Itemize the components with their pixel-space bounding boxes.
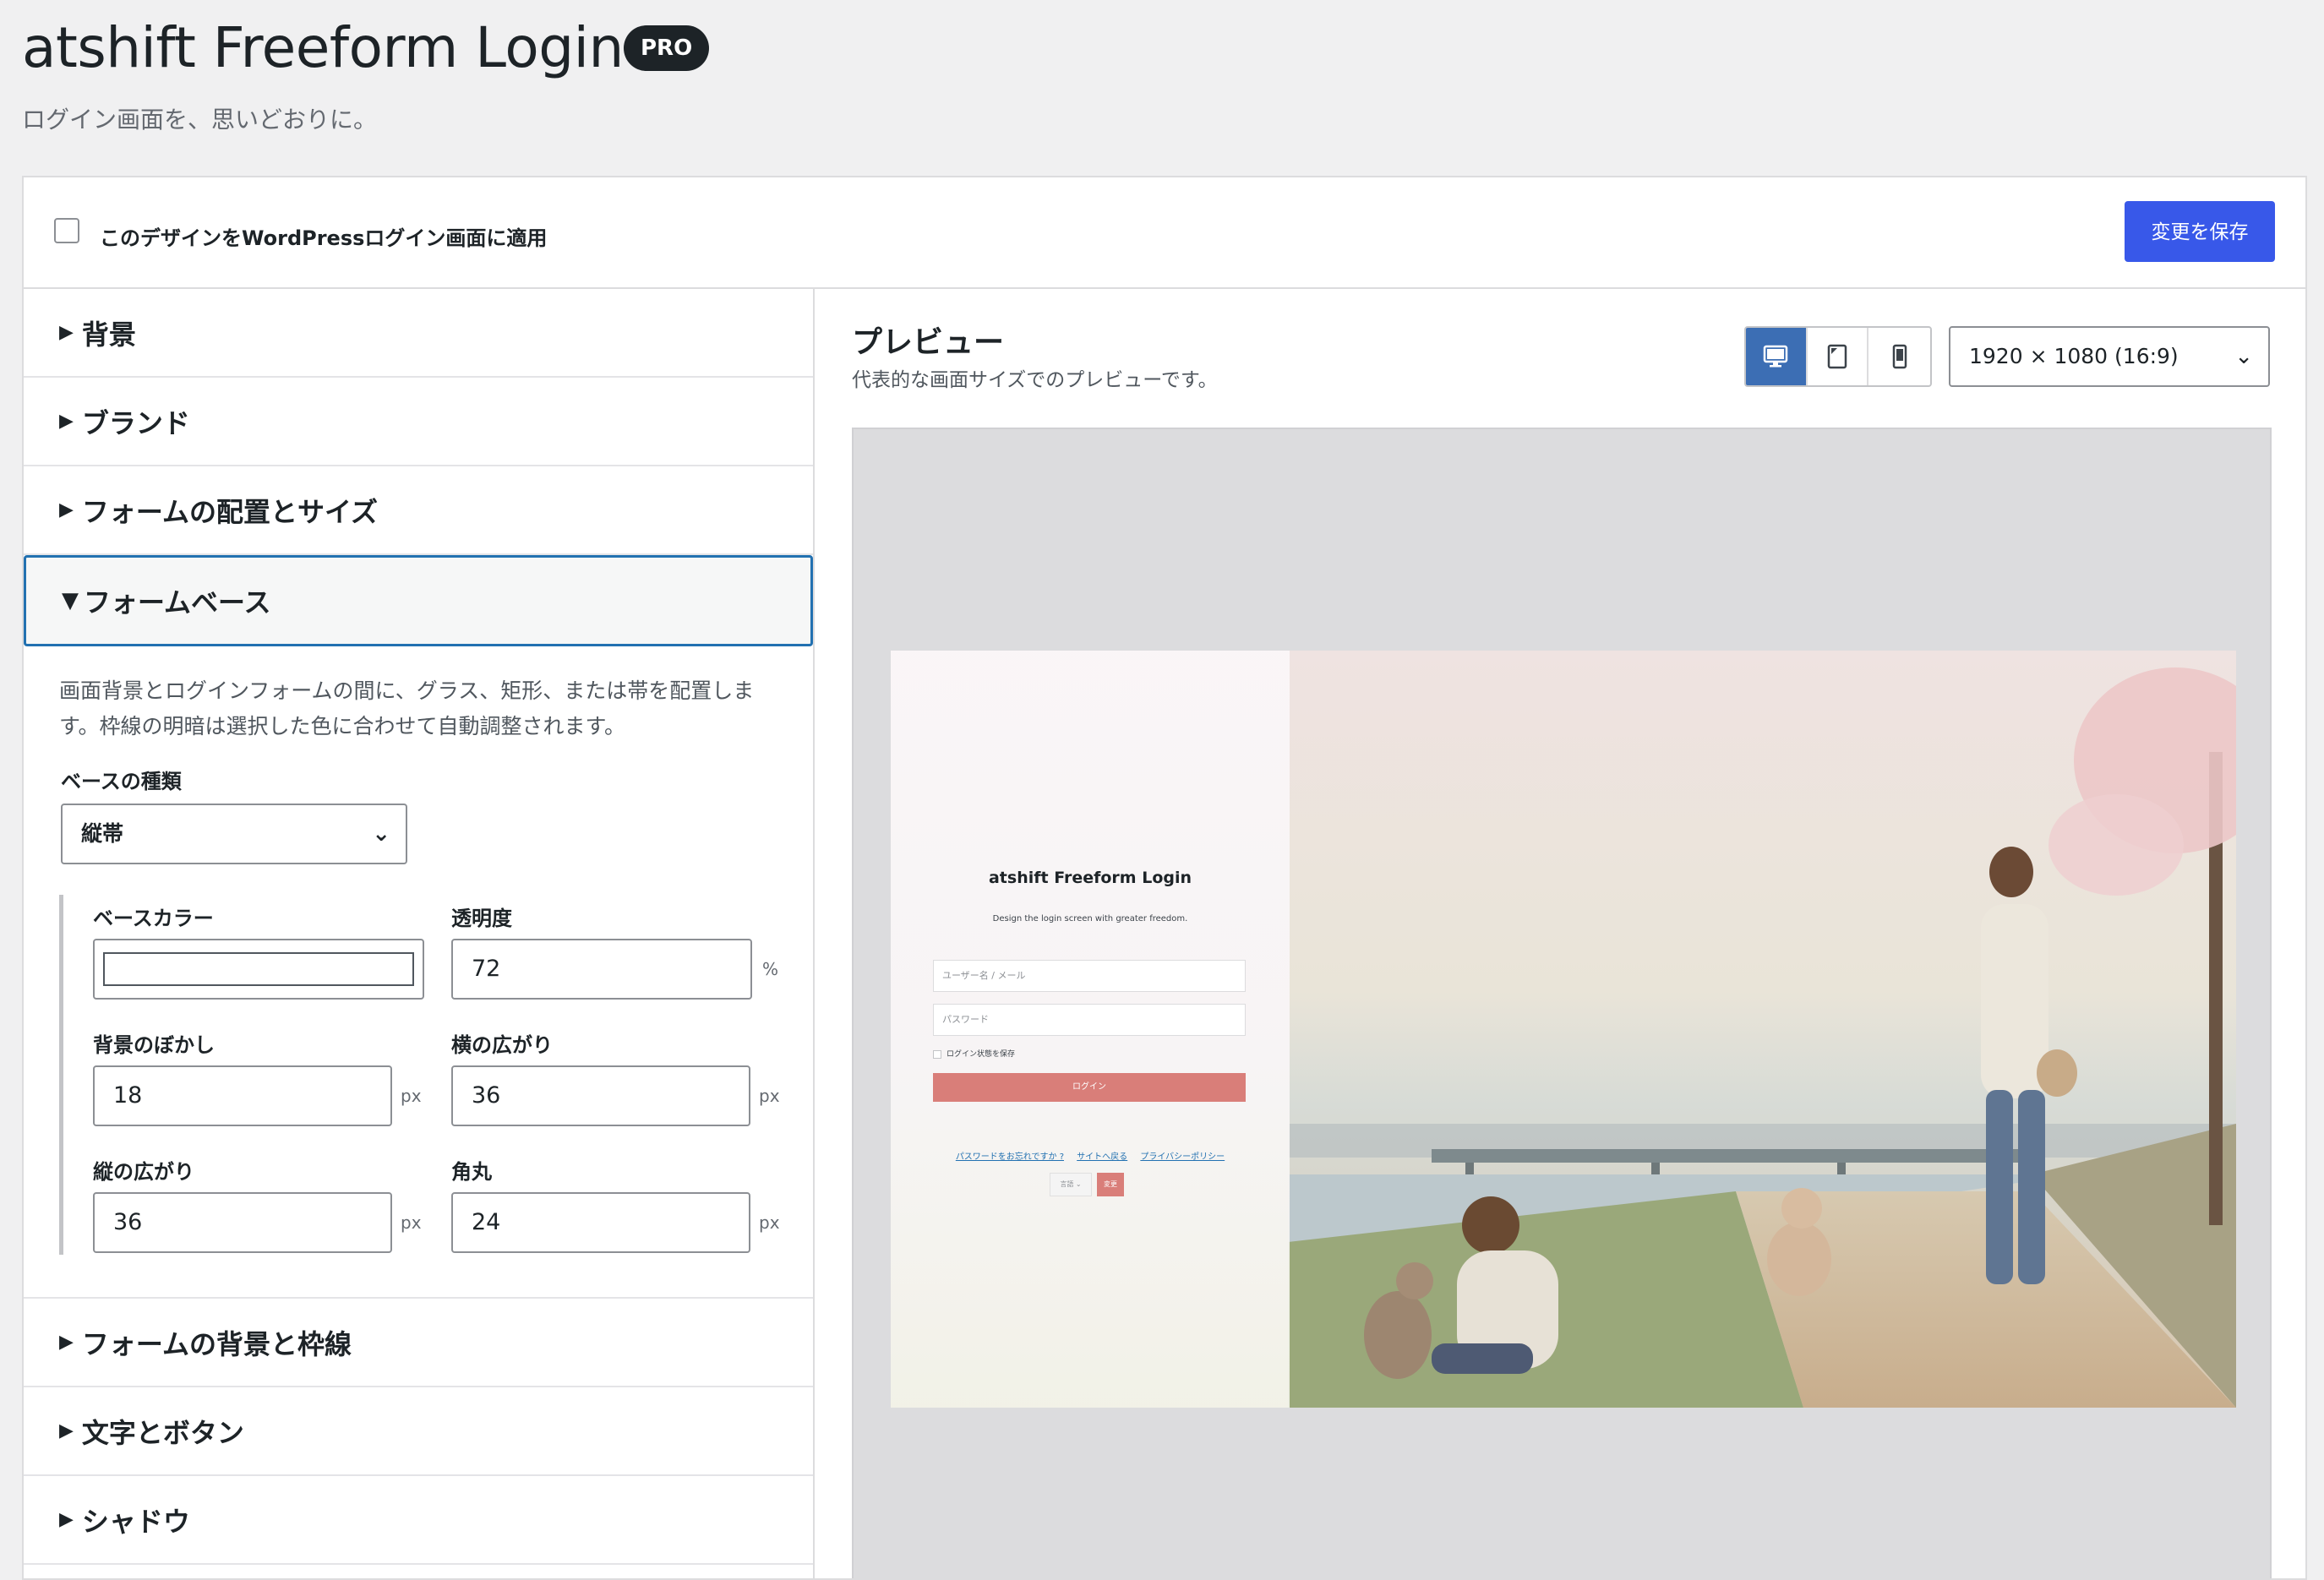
preview-panel: プレビュー 代表的な画面サイズでのプレビューです。 1920 × 1080 (1…	[815, 289, 2305, 1578]
preview-frame: atshift Freeform Login Design the login …	[891, 651, 2236, 1408]
card-topbar: このデザインをWordPressログイン画面に適用 変更を保存	[24, 177, 2305, 289]
opacity-label: 透明度	[451, 907, 512, 930]
page-title: atshift Freeform Login	[22, 15, 624, 80]
password-input[interactable]: パスワード	[933, 1004, 1246, 1036]
radius-input[interactable]: 24	[451, 1192, 750, 1253]
h-spread-unit: px	[759, 1086, 780, 1106]
apply-design-checkbox[interactable]	[54, 218, 79, 243]
section-form-base[interactable]: ▼ フォームベース	[24, 555, 813, 646]
base-type-value: 縦帯	[81, 821, 124, 846]
device-desktop-button[interactable]	[1746, 328, 1808, 385]
caret-down-icon: ▼	[62, 588, 79, 613]
blur-input[interactable]: 18	[93, 1065, 392, 1126]
preview-size-select[interactable]: 1920 × 1080 (16:9) ⌄	[1949, 326, 2270, 387]
v-spread-unit: px	[401, 1212, 422, 1233]
radius-label: 角丸	[451, 1160, 492, 1184]
opacity-input[interactable]: 72	[451, 939, 752, 1000]
chevron-down-icon: ⌄	[2234, 344, 2253, 369]
language-change-button[interactable]: 変更	[1097, 1173, 1124, 1196]
caret-right-icon: ▶	[59, 1332, 74, 1353]
caret-right-icon: ▶	[59, 499, 74, 520]
chevron-down-icon: ⌄	[372, 821, 390, 847]
base-type-select[interactable]: 縦帯 ⌄	[61, 804, 407, 864]
pro-badge: PRO	[624, 25, 710, 71]
login-subtitle: Design the login screen with greater fre…	[992, 914, 1188, 923]
section-brand[interactable]: ▶ ブランド	[24, 378, 813, 466]
group-indicator	[59, 895, 63, 1255]
desktop-icon	[1764, 345, 1788, 368]
save-button[interactable]: 変更を保存	[2125, 201, 2275, 262]
section-form-bg-border[interactable]: ▶ フォームの背景と枠線	[24, 1299, 813, 1387]
page-subtitle: ログイン画面を、思いどおりに。	[22, 106, 378, 133]
device-tablet-button[interactable]	[1808, 328, 1869, 385]
caret-right-icon: ▶	[59, 322, 74, 343]
blur-unit: px	[401, 1086, 422, 1106]
section-shadow[interactable]: ▶ シャドウ	[24, 1476, 813, 1565]
radius-unit: px	[759, 1212, 780, 1233]
language-label: 言語	[1060, 1180, 1074, 1188]
back-to-site-link[interactable]: サイトへ戻る	[1077, 1152, 1127, 1162]
base-color-swatch[interactable]	[103, 952, 414, 986]
section-label: ブランド	[81, 406, 190, 439]
section-form-layout[interactable]: ▶ フォームの配置とサイズ	[24, 466, 813, 555]
device-switcher	[1744, 326, 1932, 387]
language-select[interactable]: 言語 ⌄	[1050, 1173, 1092, 1196]
caret-right-icon: ▶	[59, 1420, 74, 1441]
settings-card: このデザインをWordPressログイン画面に適用 変更を保存 ▶ 背景 ▶ ブ…	[22, 176, 2307, 1580]
lost-password-link[interactable]: パスワードをお忘れですか ?	[956, 1152, 1064, 1162]
section-label: 文字とボタン	[81, 1416, 244, 1449]
privacy-policy-link[interactable]: プライバシーポリシー	[1140, 1152, 1225, 1162]
base-color-field[interactable]	[93, 939, 424, 1000]
section-label: シャドウ	[81, 1505, 190, 1538]
form-base-description: 画面背景とログインフォームの間に、グラス、矩形、または帯を配置します。枠線の明暗…	[59, 678, 755, 738]
section-label: フォームの配置とサイズ	[81, 495, 379, 528]
preview-title: プレビュー	[852, 325, 1005, 360]
login-button[interactable]: ログイン	[933, 1073, 1246, 1102]
h-spread-input[interactable]: 36	[451, 1065, 750, 1126]
section-text-buttons[interactable]: ▶ 文字とボタン	[24, 1387, 813, 1476]
login-links: パスワードをお忘れですか ? サイトへ戻る プライバシーポリシー	[891, 1149, 1290, 1162]
section-label: フォームベース	[84, 586, 271, 618]
settings-panel: ▶ 背景 ▶ ブランド ▶ フォームの配置とサイズ ▼ フォームベース 画面背景…	[24, 289, 815, 1578]
opacity-unit: %	[762, 959, 779, 979]
section-background[interactable]: ▶ 背景	[24, 289, 813, 378]
blur-label: 背景のぼかし	[93, 1033, 215, 1057]
username-input[interactable]: ユーザー名 / メール	[933, 960, 1246, 992]
caret-right-icon: ▶	[59, 411, 74, 432]
mobile-icon	[1892, 344, 1907, 369]
v-spread-input[interactable]: 36	[93, 1192, 392, 1253]
v-spread-label: 縦の広がり	[93, 1160, 194, 1184]
preview-stage: atshift Freeform Login Design the login …	[852, 428, 2272, 1578]
preview-size-value: 1920 × 1080 (16:9)	[1969, 344, 2179, 368]
form-base-panel: 画面背景とログインフォームの間に、グラス、矩形、または帯を配置します。枠線の明暗…	[24, 646, 813, 1299]
login-title: atshift Freeform Login	[988, 869, 1192, 887]
preview-description: 代表的な画面サイズでのプレビューです。	[852, 369, 1218, 391]
section-label: フォームの背景と枠線	[81, 1327, 352, 1360]
tablet-icon	[1827, 344, 1847, 369]
device-mobile-button[interactable]	[1868, 328, 1930, 385]
base-type-label: ベースの種類	[61, 770, 182, 793]
remember-me[interactable]: ログイン状態を保存	[933, 1048, 1015, 1059]
apply-design-label[interactable]: このデザインをWordPressログイン画面に適用	[100, 221, 547, 251]
caret-right-icon: ▶	[59, 1509, 74, 1530]
remember-label: ログイン状態を保存	[947, 1050, 1016, 1059]
h-spread-label: 横の広がり	[451, 1033, 553, 1057]
base-color-label: ベースカラー	[93, 907, 214, 930]
remember-checkbox[interactable]	[933, 1049, 941, 1059]
chevron-down-icon: ⌄	[1073, 1180, 1082, 1188]
section-label: 背景	[81, 318, 136, 351]
